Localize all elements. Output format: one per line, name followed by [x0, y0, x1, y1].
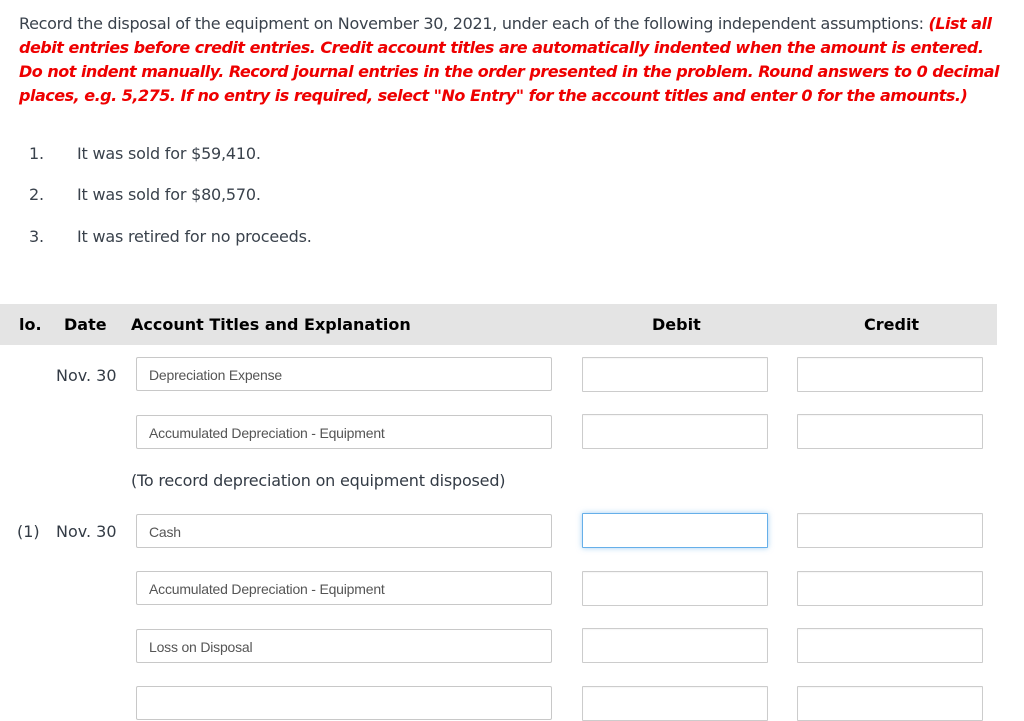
entry-number: (1) — [17, 522, 40, 541]
assumption-number: 3. — [29, 227, 44, 246]
credit-input[interactable] — [797, 513, 983, 548]
account-title-input[interactable]: Accumulated Depreciation - Equipment — [136, 571, 552, 605]
credit-input[interactable] — [797, 414, 983, 449]
assumption-number: 2. — [29, 185, 44, 204]
assumption-text: It was sold for $59,410. — [77, 144, 261, 163]
entry-date: Nov. 30 — [56, 366, 117, 385]
credit-input[interactable] — [797, 686, 983, 721]
header-debit: Debit — [652, 315, 701, 334]
assumption-number: 1. — [29, 144, 44, 163]
header-date: Date — [64, 315, 107, 334]
assumption-text: It was retired for no proceeds. — [77, 227, 312, 246]
instructions-intro: Record the disposal of the equipment on … — [19, 14, 929, 33]
credit-input[interactable] — [797, 571, 983, 606]
account-title-input[interactable]: Cash — [136, 514, 552, 548]
account-title-input[interactable]: Accumulated Depreciation - Equipment — [136, 415, 552, 449]
debit-input[interactable] — [582, 513, 768, 548]
journal-table-header: lo. Date Account Titles and Explanation … — [0, 304, 997, 345]
debit-input[interactable] — [582, 357, 768, 392]
account-title-input[interactable] — [136, 686, 552, 720]
credit-input[interactable] — [797, 357, 983, 392]
debit-input[interactable] — [582, 686, 768, 721]
debit-input[interactable] — [582, 628, 768, 663]
debit-input[interactable] — [582, 571, 768, 606]
account-title-input[interactable]: Loss on Disposal — [136, 629, 552, 663]
entry-explanation: (To record depreciation on equipment dis… — [131, 471, 506, 490]
debit-input[interactable] — [582, 414, 768, 449]
header-account: Account Titles and Explanation — [131, 315, 411, 334]
account-title-input[interactable]: Depreciation Expense — [136, 357, 552, 391]
assumption-text: It was sold for $80,570. — [77, 185, 261, 204]
entry-date: Nov. 30 — [56, 522, 117, 541]
header-credit: Credit — [864, 315, 920, 334]
instructions: Record the disposal of the equipment on … — [19, 12, 1009, 108]
credit-input[interactable] — [797, 628, 983, 663]
header-no: lo. — [19, 315, 42, 334]
